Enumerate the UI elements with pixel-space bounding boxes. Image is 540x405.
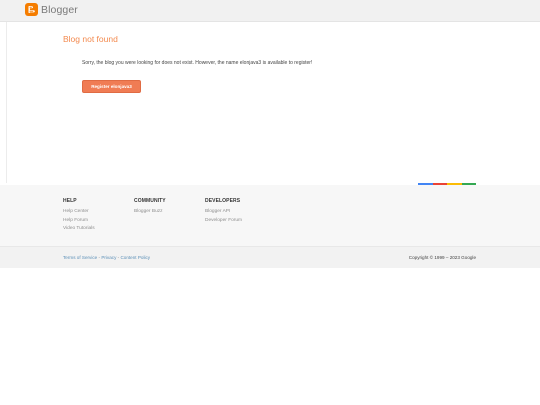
register-button[interactable]: Register elonjava3 <box>82 80 141 93</box>
footer-developers-heading: DEVELOPERS <box>205 198 241 204</box>
sub-footer: Terms of Service - Privacy - Content Pol… <box>0 246 540 268</box>
content-divider <box>6 22 7 183</box>
content-policy-link[interactable]: Content Policy <box>120 255 150 260</box>
footer-community-heading: COMMUNITY <box>134 198 166 204</box>
not-found-message: Sorry, the blog you were looking for doe… <box>82 60 313 66</box>
terms-of-service-link[interactable]: Terms of Service <box>63 255 97 260</box>
developer-forum-link[interactable]: Developer Forum <box>205 217 242 226</box>
blogger-api-link[interactable]: Blogger API <box>205 208 242 217</box>
help-forum-link[interactable]: Help Forum <box>63 217 95 226</box>
footer: HELP Help Center Help Forum Video Tutori… <box>0 185 540 246</box>
copyright-text: Copyright © 1999 – 2023 Google <box>408 255 476 260</box>
footer-help-heading: HELP <box>63 198 77 204</box>
blogger-buzz-link[interactable]: Blogger Buzz <box>134 208 166 217</box>
footer-developers-column: DEVELOPERS Blogger API Developer Forum <box>205 198 242 225</box>
legal-links: Terms of Service - Privacy - Content Pol… <box>63 255 150 260</box>
blogger-logo[interactable]: Blogger <box>25 3 78 16</box>
page-title: Blog not found <box>63 34 118 44</box>
footer-help-column: HELP Help Center Help Forum Video Tutori… <box>63 198 95 234</box>
footer-community-column: COMMUNITY Blogger Buzz <box>134 198 166 217</box>
privacy-link[interactable]: Privacy <box>101 255 116 260</box>
help-center-link[interactable]: Help Center <box>63 208 95 217</box>
top-bar: Blogger <box>0 0 540 22</box>
video-tutorials-link[interactable]: Video Tutorials <box>63 225 95 234</box>
blogger-logo-text: Blogger <box>41 3 78 16</box>
blogger-logo-icon <box>25 3 38 16</box>
